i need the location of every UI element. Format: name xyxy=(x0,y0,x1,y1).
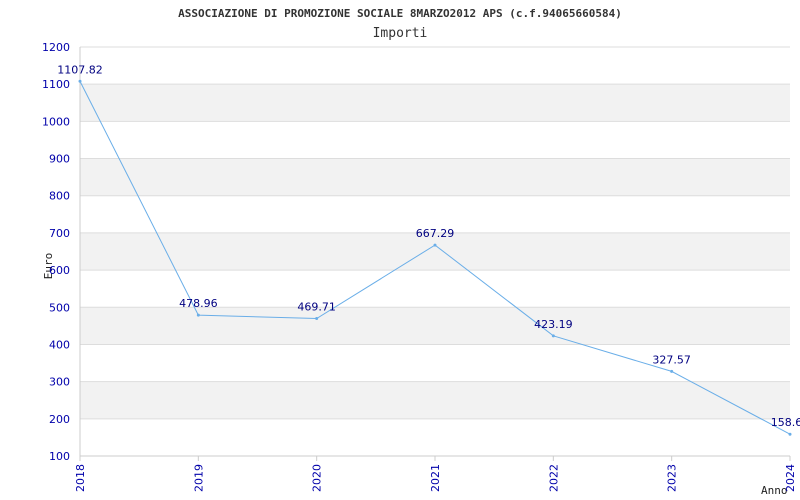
y-tick-label: 100 xyxy=(49,450,70,463)
line-chart: ASSOCIAZIONE DI PROMOZIONE SOCIALE 8MARZ… xyxy=(42,7,800,497)
plot-background-bands xyxy=(80,84,790,419)
data-label: 478.96 xyxy=(179,297,218,310)
x-tick-label: 2018 xyxy=(74,464,87,492)
data-point xyxy=(433,243,437,247)
data-label: 327.57 xyxy=(652,353,691,366)
y-tick-label: 300 xyxy=(49,376,70,389)
x-tick-label: 2023 xyxy=(666,464,679,492)
y-tick-label: 600 xyxy=(49,264,70,277)
x-tick-label: 2021 xyxy=(429,464,442,492)
plot-band xyxy=(80,307,790,345)
y-tick-label: 400 xyxy=(49,338,70,351)
data-label: 469.71 xyxy=(297,301,336,314)
x-tick-label: 2024 xyxy=(784,464,797,492)
data-point xyxy=(788,432,792,436)
data-point xyxy=(670,369,674,373)
x-tick-labels: 2018 2019 2020 2021 2022 2023 2024 xyxy=(74,464,797,492)
y-tick-label: 500 xyxy=(49,301,70,314)
data-point xyxy=(551,334,555,338)
y-tick-label: 200 xyxy=(49,413,70,426)
y-tick-label: 900 xyxy=(49,153,70,166)
x-tick-label: 2022 xyxy=(547,464,560,492)
y-tick-label: 800 xyxy=(49,190,70,203)
x-tick-label: 2019 xyxy=(192,464,205,492)
x-tick-label: 2020 xyxy=(311,464,324,492)
data-label: 158.60 xyxy=(771,416,800,429)
plot-band xyxy=(80,84,790,122)
y-tick-labels: 100 200 300 400 500 600 700 800 900 1000 1100 1200 xyxy=(42,41,70,463)
chart-title: ASSOCIAZIONE DI PROMOZIONE SOCIALE 8MARZ… xyxy=(178,7,622,20)
y-tick-label: 1000 xyxy=(42,115,70,128)
plot-band xyxy=(80,158,790,196)
data-label: 1107.82 xyxy=(57,63,103,76)
data-label: 423.19 xyxy=(534,318,573,331)
data-point xyxy=(78,79,82,83)
data-point xyxy=(196,313,200,317)
y-tick-label: 700 xyxy=(49,227,70,240)
data-point xyxy=(315,317,319,321)
y-tick-label: 1200 xyxy=(42,41,70,54)
plot-band xyxy=(80,381,790,419)
chart-subtitle: Importi xyxy=(373,26,428,41)
y-tick-label: 1100 xyxy=(42,78,70,91)
data-label: 667.29 xyxy=(416,227,455,240)
